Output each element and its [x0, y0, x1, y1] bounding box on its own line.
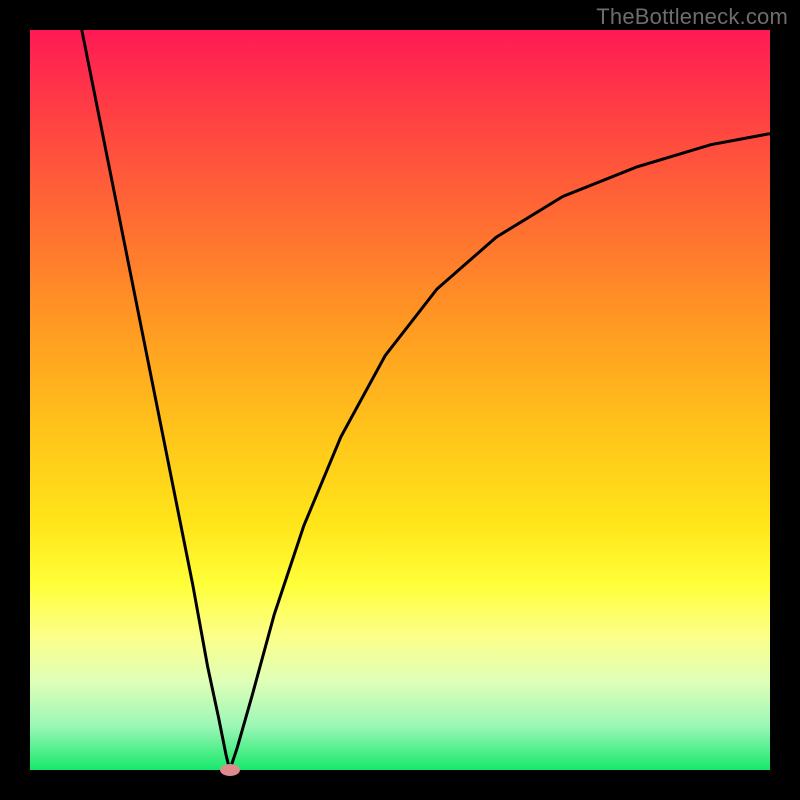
- curve-right-branch: [230, 134, 770, 770]
- chart-frame: TheBottleneck.com: [0, 0, 800, 800]
- bottleneck-curve: [30, 30, 770, 770]
- minimum-marker: [220, 764, 240, 776]
- watermark-text: TheBottleneck.com: [596, 4, 788, 30]
- plot-area: [30, 30, 770, 770]
- curve-left-branch: [82, 30, 230, 770]
